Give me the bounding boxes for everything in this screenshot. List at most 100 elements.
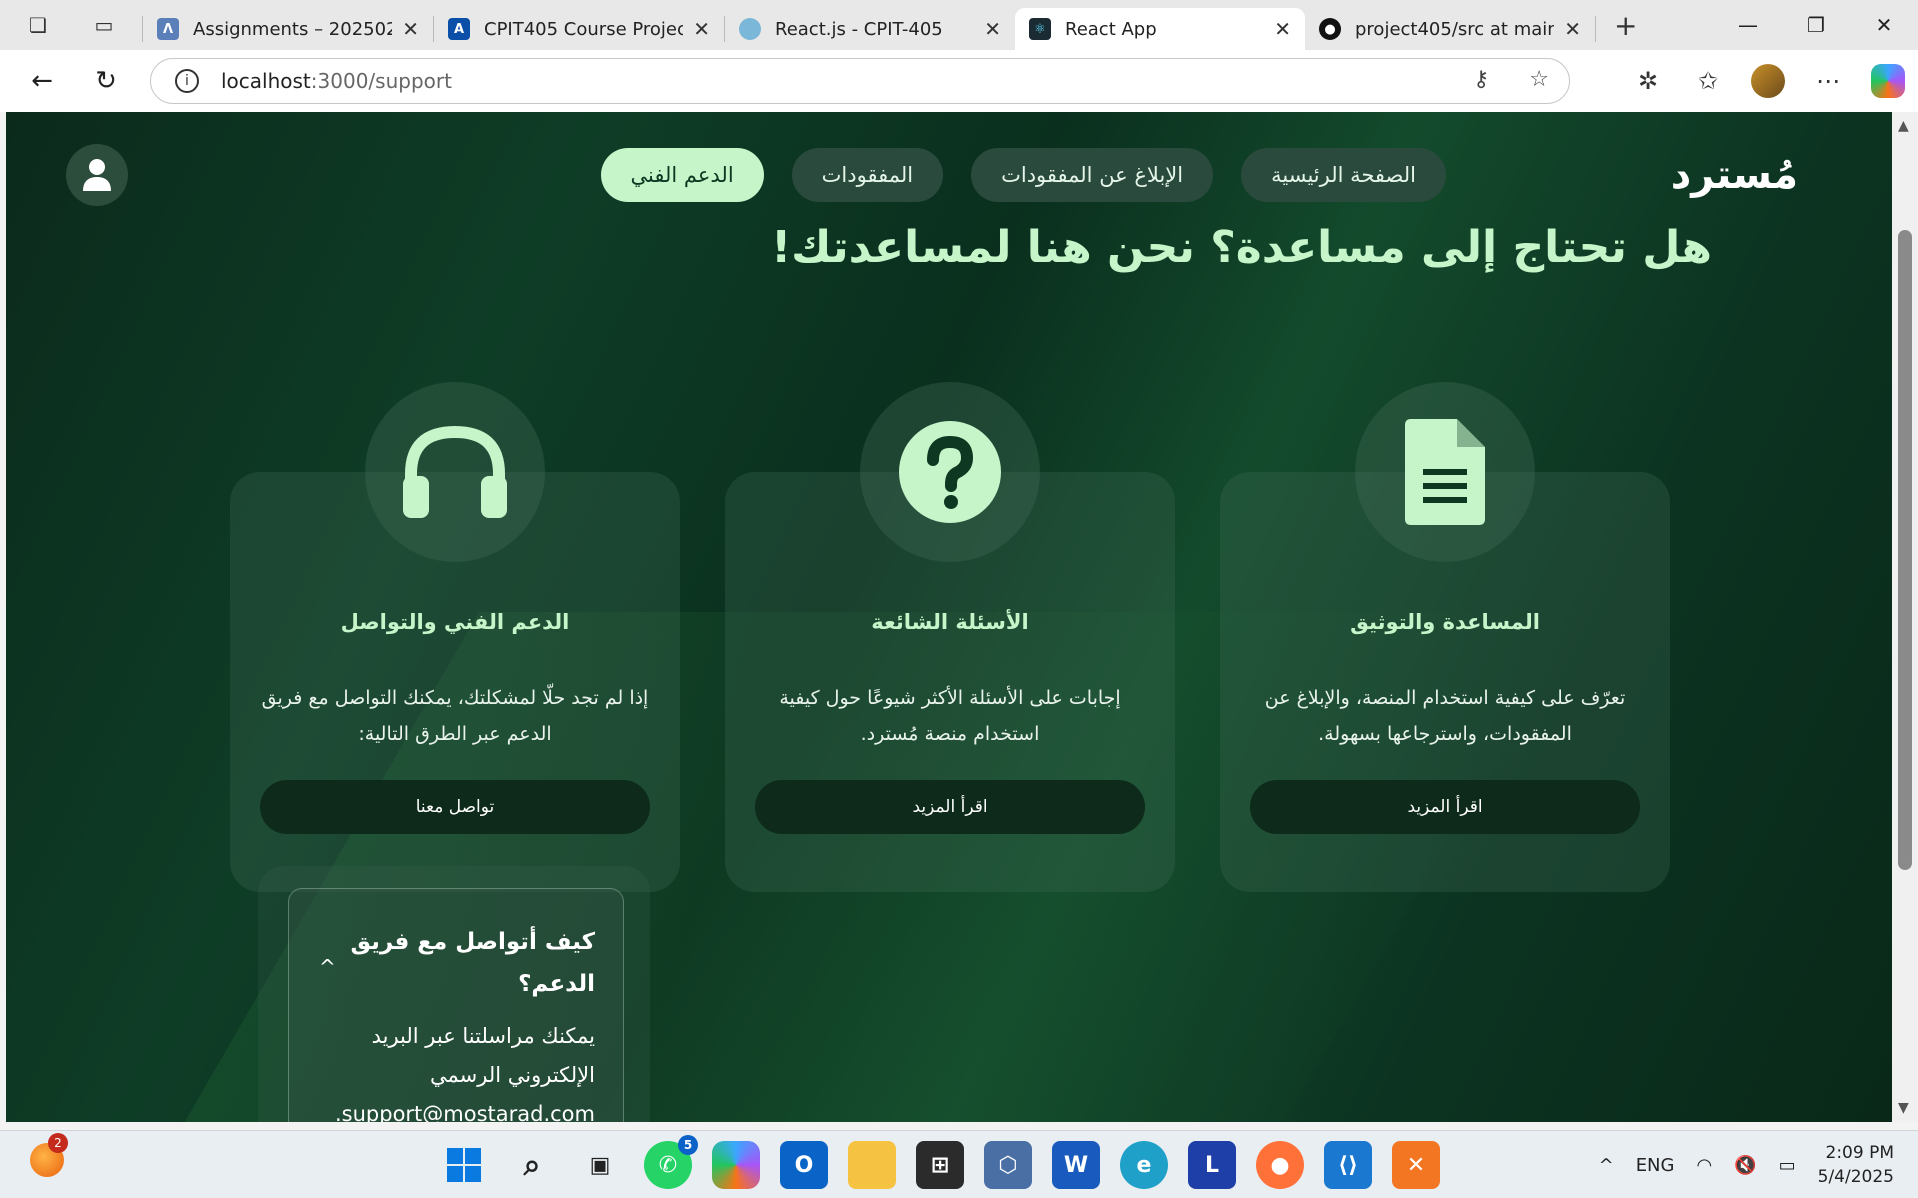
document-icon (1405, 419, 1485, 525)
card-documentation: المساعدة والتوثيق تعرّف على كيفية استخدا… (1220, 382, 1670, 892)
copilot-icon[interactable] (1858, 59, 1918, 103)
github-icon: ● (1319, 18, 1341, 40)
refresh-icon[interactable]: ↻ (84, 59, 128, 103)
faq-answer: يمكنك مراسلتنا عبر البريد الإلكتروني الر… (334, 1024, 595, 1122)
address-bar: ← ↻ i localhost:3000/support ⚷ ☆ ✲ ✩ ⋯ (0, 50, 1918, 112)
copilot-icon[interactable] (712, 1141, 760, 1189)
page-scrollbar[interactable]: ▲ ▼ (1892, 112, 1918, 1122)
close-tab-icon[interactable]: ✕ (984, 17, 1001, 41)
react-icon: ⚛ (1029, 18, 1051, 40)
box-icon[interactable]: ⬡ (984, 1141, 1032, 1189)
tab-title: React.js - CPIT-405 (775, 18, 943, 40)
tab-title: project405/src at main · J (1355, 18, 1555, 40)
url-field[interactable]: i localhost:3000/support ⚷ ☆ (150, 58, 1570, 104)
window-controls: — ❐ ✕ (1714, 0, 1918, 50)
close-tab-icon[interactable]: ✕ (402, 17, 419, 41)
workspaces-icon[interactable]: ❏ (20, 7, 56, 43)
card-faq: الأسئلة الشائعة إجابات على الأسئلة الأكث… (725, 382, 1175, 892)
wifi-icon[interactable]: ◠ (1696, 1155, 1712, 1176)
firefox-icon[interactable]: ● (1256, 1141, 1304, 1189)
card-support-contact: الدعم الفني والتواصل إذا لم تجد حلّا لمش… (230, 382, 680, 892)
search-icon[interactable]: ⌕ (508, 1141, 556, 1189)
card-description: تعرّف على كيفية استخدام المنصة، والإبلاغ… (1264, 687, 1626, 745)
tab-actions-icon[interactable]: ▭ (86, 7, 122, 43)
read-more-button[interactable]: اقرأ المزيد (1250, 780, 1640, 834)
whatsapp-icon[interactable]: ✆ 5 (644, 1135, 698, 1189)
key-icon[interactable]: ⚷ (1473, 67, 1489, 92)
favorites-icon[interactable]: ✩ (1678, 59, 1738, 103)
app-logo[interactable]: مُسترد (1671, 152, 1798, 198)
date: 5/4/2025 (1817, 1167, 1894, 1187)
task-view-icon[interactable]: ▣ (576, 1141, 624, 1189)
windows-taskbar: 2 ⌕ ▣ ✆ 5 O ⊞ ⬡ W e L ● ⟨⟩ ✕ ^ ENG ◠ 🔇 ▭ … (0, 1130, 1918, 1198)
windows-start-icon[interactable] (440, 1141, 488, 1189)
question-icon (899, 421, 1001, 523)
scroll-up-icon[interactable]: ▲ (1898, 118, 1909, 134)
card-description: إذا لم تجد حلّا لمشكلتك، يمكنك التواصل م… (261, 687, 649, 745)
card-icon-circle (365, 382, 545, 562)
favorite-star-icon[interactable]: ☆ (1529, 67, 1549, 92)
caret-up-icon[interactable]: ^ (319, 955, 336, 979)
profile-avatar[interactable] (1738, 59, 1798, 103)
site-info-icon[interactable]: i (175, 69, 199, 93)
browser-tab-1[interactable]: A CPIT405 Course Project(2 ✕ (434, 8, 724, 50)
browser-tab-0[interactable]: Λ Assignments – 202502_CI ✕ (143, 8, 433, 50)
restore-icon[interactable]: ❐ (1782, 0, 1850, 50)
clock[interactable]: 2:09 PM 5/4/2025 (1818, 1141, 1894, 1189)
user-icon (83, 159, 111, 191)
nav-support[interactable]: الدعم الفني (600, 148, 764, 202)
outlook-icon[interactable]: O (780, 1141, 828, 1189)
page-viewport: مُسترد الصفحة الرئيسية الإبلاغ عن المفقو… (6, 112, 1892, 1122)
store-icon[interactable]: ⊞ (916, 1141, 964, 1189)
contact-us-button[interactable]: تواصل معنا (260, 780, 650, 834)
weather-badge: 2 (48, 1133, 68, 1153)
l-app-icon[interactable]: L (1188, 1141, 1236, 1189)
tab-title: Assignments – 202502_CI (193, 18, 393, 40)
faq-question[interactable]: كيف أتواصل مع فريق الدعم؟ (345, 921, 595, 1005)
taskbar-apps: ⌕ ▣ ✆ 5 O ⊞ ⬡ W e L ● ⟨⟩ ✕ (440, 1135, 1440, 1189)
card-description: إجابات على الأسئلة الأكثر شيوعًا حول كيف… (779, 687, 1121, 745)
nav-home[interactable]: الصفحة الرئيسية (1241, 148, 1446, 202)
extensions-icon[interactable]: ✲ (1618, 59, 1678, 103)
user-profile-button[interactable] (66, 144, 128, 206)
whatsapp-badge: 5 (678, 1135, 698, 1155)
scroll-down-icon[interactable]: ▼ (1898, 1100, 1909, 1116)
volume-muted-icon[interactable]: 🔇 (1734, 1155, 1756, 1176)
browser-tab-bar: ❏ ▭ Λ Assignments – 202502_CI ✕ A CPIT40… (0, 0, 1918, 50)
close-window-icon[interactable]: ✕ (1850, 0, 1918, 50)
new-tab-icon[interactable]: + (1614, 9, 1637, 42)
nav-lost-items[interactable]: المفقودات (791, 148, 944, 202)
browser-tab-4[interactable]: ● project405/src at main · J ✕ (1305, 8, 1595, 50)
react-doc-icon (739, 18, 761, 40)
language-indicator[interactable]: ENG (1636, 1155, 1675, 1176)
file-explorer-icon[interactable] (848, 1141, 896, 1189)
browser-tab-3[interactable]: ⚛ React App ✕ (1015, 8, 1305, 50)
battery-icon[interactable]: ▭ (1779, 1155, 1796, 1176)
scrollbar-thumb[interactable] (1898, 230, 1912, 870)
main-nav: الصفحة الرئيسية الإبلاغ عن المفقودات الم… (600, 148, 1446, 202)
word-icon[interactable]: W (1052, 1141, 1100, 1189)
close-tab-icon[interactable]: ✕ (1564, 17, 1581, 41)
more-menu-icon[interactable]: ⋯ (1798, 59, 1858, 103)
system-tray: ^ ENG ◠ 🔇 ▭ 2:09 PM 5/4/2025 (1599, 1141, 1894, 1189)
arch-icon: A (448, 18, 470, 40)
headphones-icon (403, 425, 507, 518)
tab-title: React App (1065, 18, 1157, 40)
close-tab-icon[interactable]: ✕ (693, 17, 710, 41)
browser-tab-2[interactable]: React.js - CPIT-405 ✕ (725, 8, 1015, 50)
minimize-icon[interactable]: — (1714, 0, 1782, 50)
card-title: المساعدة والتوثيق (1350, 610, 1540, 634)
vscode-icon[interactable]: ⟨⟩ (1324, 1141, 1372, 1189)
faq-accordion-item[interactable]: كيف أتواصل مع فريق الدعم؟ ^ يمكنك مراسلت… (288, 888, 624, 1122)
tab-title: CPIT405 Course Project(2 (484, 18, 684, 40)
url-text: localhost:3000/support (221, 69, 452, 93)
xampp-icon[interactable]: ✕ (1392, 1141, 1440, 1189)
back-icon[interactable]: ← (20, 59, 64, 103)
nav-report-lost[interactable]: الإبلاغ عن المفقودات (971, 148, 1214, 202)
read-more-button[interactable]: اقرأ المزيد (755, 780, 1145, 834)
card-title: الأسئلة الشائعة (871, 610, 1029, 634)
card-icon-circle (860, 382, 1040, 562)
chevron-up-icon[interactable]: ^ (1599, 1155, 1614, 1176)
close-tab-icon[interactable]: ✕ (1274, 17, 1291, 41)
edge-icon[interactable]: e (1120, 1141, 1168, 1189)
